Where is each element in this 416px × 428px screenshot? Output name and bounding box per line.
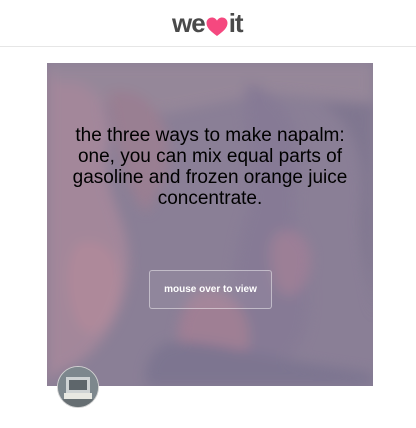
logo-text-it: it [228, 7, 244, 38]
heart-icon [206, 13, 228, 36]
user-avatar[interactable] [57, 366, 99, 408]
avatar-icon [58, 367, 98, 407]
post-quote-text: the three ways to make napalm: one, you … [72, 125, 348, 209]
mouse-over-to-view-button[interactable]: mouse over to view [149, 270, 272, 309]
post-image-card[interactable]: the three ways to make napalm: one, you … [47, 63, 373, 386]
weheartit-logo[interactable]: we it [172, 7, 244, 38]
logo-text-we: we [172, 7, 206, 38]
blurred-image-background [47, 63, 373, 386]
top-bar: we it [0, 0, 416, 47]
